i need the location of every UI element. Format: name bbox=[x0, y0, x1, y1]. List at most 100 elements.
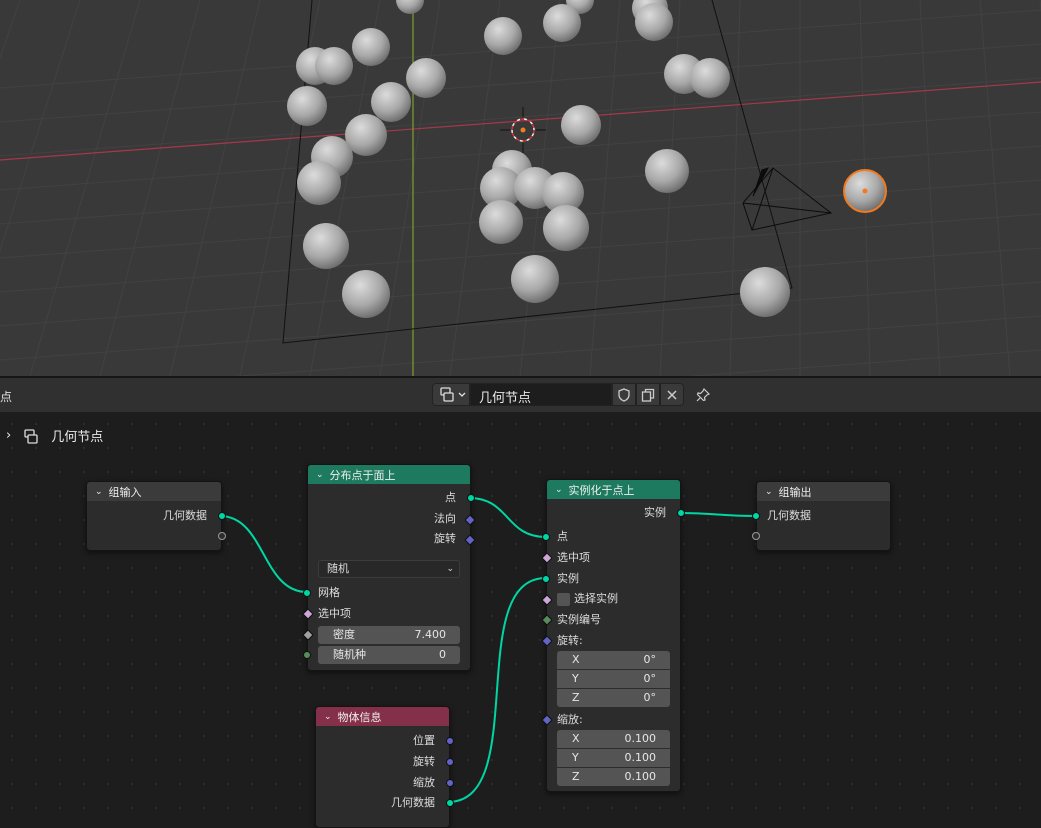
node-tree-name-field[interactable]: 几何节点 bbox=[470, 383, 612, 406]
socket-label: 实例编号 bbox=[557, 613, 601, 626]
node-title: 组输入 bbox=[108, 485, 142, 499]
x-axis-line bbox=[0, 81, 1041, 161]
sphere-instance bbox=[543, 205, 589, 251]
close-icon bbox=[667, 389, 677, 400]
pin-button[interactable] bbox=[692, 385, 714, 405]
sphere-instance bbox=[511, 255, 559, 303]
sphere-instance bbox=[297, 161, 341, 205]
sphere-instance bbox=[396, 0, 424, 14]
breadcrumb: › 几何节点 bbox=[6, 426, 103, 445]
checkbox-label: 选择实例 bbox=[574, 592, 618, 605]
socket-label: 点 bbox=[557, 530, 568, 543]
dropdown-value: 随机 bbox=[327, 562, 349, 575]
socket-label: 网格 bbox=[318, 586, 340, 599]
node-header: ⌄ 物体信息 bbox=[316, 707, 449, 726]
field-label: Y bbox=[572, 672, 579, 685]
node-title: 实例化于点上 bbox=[568, 483, 635, 497]
unlink-tree-button[interactable] bbox=[660, 383, 684, 406]
field-label: Y bbox=[572, 751, 579, 764]
location-output-socket[interactable] bbox=[446, 737, 454, 745]
chevron-down-icon[interactable]: ⌄ bbox=[95, 487, 103, 497]
seed-field[interactable]: 随机种 0 bbox=[318, 646, 460, 664]
node-distribute-points[interactable]: ⌄ 分布点于面上 点 法向 旋转 随机 ⌄ 网格 选中项 密度 7.400 随机种 0 bbox=[302, 464, 476, 671]
node-tree-browse-button[interactable] bbox=[432, 383, 470, 406]
scale-x-field[interactable]: X 0.100 bbox=[557, 730, 670, 748]
field-value: 0.100 bbox=[624, 751, 657, 764]
field-label: Z bbox=[572, 770, 580, 783]
node-tree-icon bbox=[440, 387, 466, 402]
breadcrumb-label: 几何节点 bbox=[51, 430, 104, 445]
scale-y-field[interactable]: Y 0.100 bbox=[557, 749, 670, 767]
node-group-input[interactable]: ⌄ 组输入 几何数据 bbox=[86, 481, 226, 551]
geometry-output-socket[interactable] bbox=[218, 512, 226, 520]
node-group-output[interactable]: ⌄ 组输出 几何数据 bbox=[752, 481, 891, 551]
node-header: ⌄ 组输出 bbox=[757, 482, 890, 501]
field-label: X bbox=[572, 732, 580, 745]
node-title: 物体信息 bbox=[337, 710, 382, 724]
socket-label: 缩放 bbox=[413, 776, 435, 789]
field-label: X bbox=[572, 653, 580, 666]
node-title: 分布点于面上 bbox=[329, 468, 396, 482]
sphere-instance bbox=[479, 200, 523, 244]
field-label: 密度 bbox=[333, 628, 355, 641]
selected-sphere[interactable] bbox=[843, 169, 887, 213]
sphere-instance bbox=[543, 4, 581, 42]
pick-instance-checkbox[interactable] bbox=[557, 593, 570, 606]
distribute-mode-dropdown[interactable]: 随机 ⌄ bbox=[318, 560, 460, 578]
socket-label: 选中项 bbox=[557, 551, 590, 564]
rotation-x-field[interactable]: X 0° bbox=[557, 651, 670, 669]
chevron-down-icon: ⌄ bbox=[446, 564, 454, 574]
node-object-info[interactable]: ⌄ 物体信息 位置 旋转 缩放 几何数据 bbox=[315, 706, 454, 828]
chevron-down-icon[interactable]: ⌄ bbox=[324, 712, 332, 722]
density-field[interactable]: 密度 7.400 bbox=[318, 626, 460, 644]
rotation-output-socket[interactable] bbox=[446, 758, 454, 766]
mesh-input-socket[interactable] bbox=[303, 589, 311, 597]
scale-output-socket[interactable] bbox=[446, 779, 454, 787]
field-value: 0 bbox=[439, 648, 446, 661]
field-value: 0.100 bbox=[624, 732, 657, 745]
field-value: 0° bbox=[643, 691, 657, 704]
sphere-instance bbox=[645, 149, 689, 193]
points-output-socket[interactable] bbox=[467, 494, 475, 502]
socket-label: 点 bbox=[445, 491, 456, 504]
node-header: ⌄ 组输入 bbox=[87, 482, 221, 501]
socket-label: 几何数据 bbox=[767, 509, 811, 522]
rotation-z-field[interactable]: Z 0° bbox=[557, 689, 670, 707]
instance-input-socket[interactable] bbox=[542, 575, 550, 583]
chevron-down-icon[interactable]: ⌄ bbox=[555, 485, 563, 495]
viewport-scene bbox=[0, 0, 1041, 376]
chevron-right-icon[interactable]: › bbox=[6, 428, 11, 443]
socket-label: 法向 bbox=[434, 512, 456, 525]
3d-viewport[interactable] bbox=[0, 0, 1041, 376]
socket-label: 旋转: bbox=[557, 634, 583, 647]
scale-z-field[interactable]: Z 0.100 bbox=[557, 768, 670, 786]
socket-label: 实例 bbox=[557, 572, 579, 585]
instances-output-socket[interactable] bbox=[677, 509, 685, 517]
chevron-down-icon[interactable]: ⌄ bbox=[765, 487, 773, 497]
sphere-instance bbox=[371, 82, 411, 122]
fake-user-button[interactable] bbox=[612, 383, 636, 406]
socket-label: 位置 bbox=[413, 734, 435, 747]
socket-label: 几何数据 bbox=[391, 796, 435, 809]
sphere-instance bbox=[287, 86, 327, 126]
field-label: 随机种 bbox=[333, 648, 366, 661]
3d-cursor[interactable] bbox=[500, 107, 546, 153]
sphere-instance bbox=[406, 58, 446, 98]
points-input-socket[interactable] bbox=[542, 533, 550, 541]
sphere-instance bbox=[484, 17, 522, 55]
geometry-input-socket[interactable] bbox=[752, 512, 760, 520]
duplicate-tree-button[interactable] bbox=[636, 383, 660, 406]
geometry-output-socket[interactable] bbox=[446, 799, 454, 807]
node-instance-on-points[interactable]: ⌄ 实例化于点上 实例 点 选中项 实例 选择实例 实例编号 旋转: X 0° Y 0… bbox=[541, 479, 685, 792]
empty-input-socket[interactable] bbox=[752, 532, 760, 540]
chevron-down-icon[interactable]: ⌄ bbox=[316, 470, 324, 480]
sphere-instance bbox=[561, 105, 601, 145]
sphere-instance bbox=[315, 47, 353, 85]
empty-output-socket[interactable] bbox=[218, 532, 226, 540]
rotation-y-field[interactable]: Y 0° bbox=[557, 670, 670, 688]
node-editor-canvas[interactable] bbox=[0, 412, 1041, 812]
sphere-instance bbox=[740, 267, 790, 317]
sphere-instance bbox=[303, 223, 349, 269]
seed-input-socket[interactable] bbox=[303, 651, 311, 659]
socket-label: 旋转 bbox=[413, 755, 435, 768]
